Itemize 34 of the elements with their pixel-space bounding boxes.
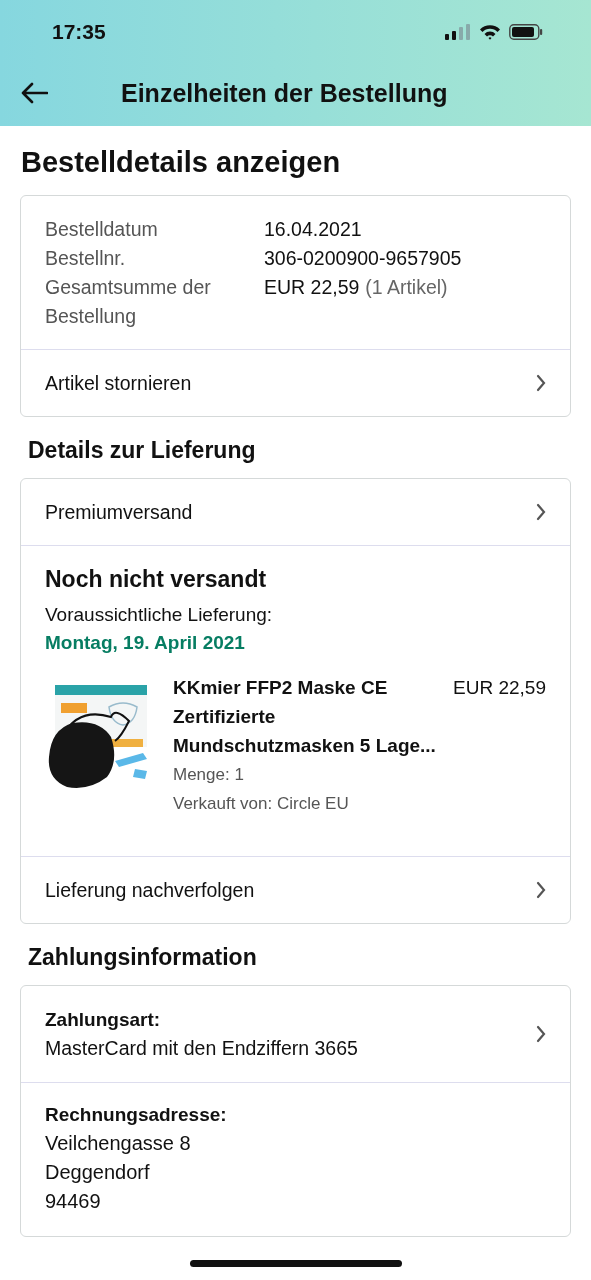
product-seller: Verkauft von: Circle EU bbox=[173, 793, 350, 815]
section-heading: Zahlungsinformation bbox=[28, 944, 258, 971]
delivery-date: Montag, 19. April 2021 bbox=[45, 631, 246, 655]
address-label: Rechnungsadresse: bbox=[45, 1103, 228, 1127]
shipment-status: Noch nicht versandt bbox=[45, 566, 268, 593]
field-label: Bestellnr. bbox=[45, 246, 127, 271]
product-price: EUR 22,59 bbox=[453, 677, 546, 700]
field-value: 16.04.2021 bbox=[264, 217, 362, 242]
address-line: 94469 bbox=[45, 1189, 102, 1214]
wifi-icon bbox=[479, 24, 501, 40]
status-time: 17:35 bbox=[52, 20, 106, 44]
field-label: Bestelldatum bbox=[45, 217, 159, 242]
screen-title: Einzelheiten der Bestellung bbox=[121, 78, 448, 108]
product-quantity: Menge: 1 bbox=[173, 764, 245, 786]
signal-icon bbox=[445, 24, 471, 40]
battery-icon bbox=[509, 24, 543, 40]
product-title[interactable]: KKmier FFP2 Maske CE Zertifizierte Mundschutzmasken 5 Lage... bbox=[173, 673, 442, 760]
field-label: Gesamtsumme der Bestellung bbox=[45, 275, 212, 329]
chevron-right-icon bbox=[536, 1025, 546, 1043]
section-heading: Details zur Lieferung bbox=[28, 437, 257, 464]
cancel-items-row[interactable]: Artikel stornieren bbox=[21, 350, 570, 416]
estimate-label: Voraussichtliche Lieferung: bbox=[45, 603, 274, 627]
back-arrow-icon[interactable] bbox=[20, 82, 48, 104]
chevron-right-icon bbox=[536, 503, 546, 521]
shipping-method-row[interactable]: Premiumversand bbox=[21, 479, 570, 546]
track-delivery-row[interactable]: Lieferung nachverfolgen bbox=[21, 857, 570, 923]
field-value: 306-0200900-9657905 bbox=[264, 246, 462, 271]
chevron-right-icon bbox=[536, 881, 546, 899]
address-line: Deggendorf bbox=[45, 1160, 151, 1185]
chevron-right-icon bbox=[536, 374, 546, 392]
payment-method-row[interactable]: Zahlungsart: MasterCard mit den Endziffern 3665 bbox=[21, 986, 570, 1083]
page-heading: Bestelldetails anzeigen bbox=[21, 146, 342, 179]
address-line: Veilchengasse 8 bbox=[45, 1131, 192, 1156]
field-value: EUR 22,59 (1 Artikel) bbox=[264, 275, 448, 300]
